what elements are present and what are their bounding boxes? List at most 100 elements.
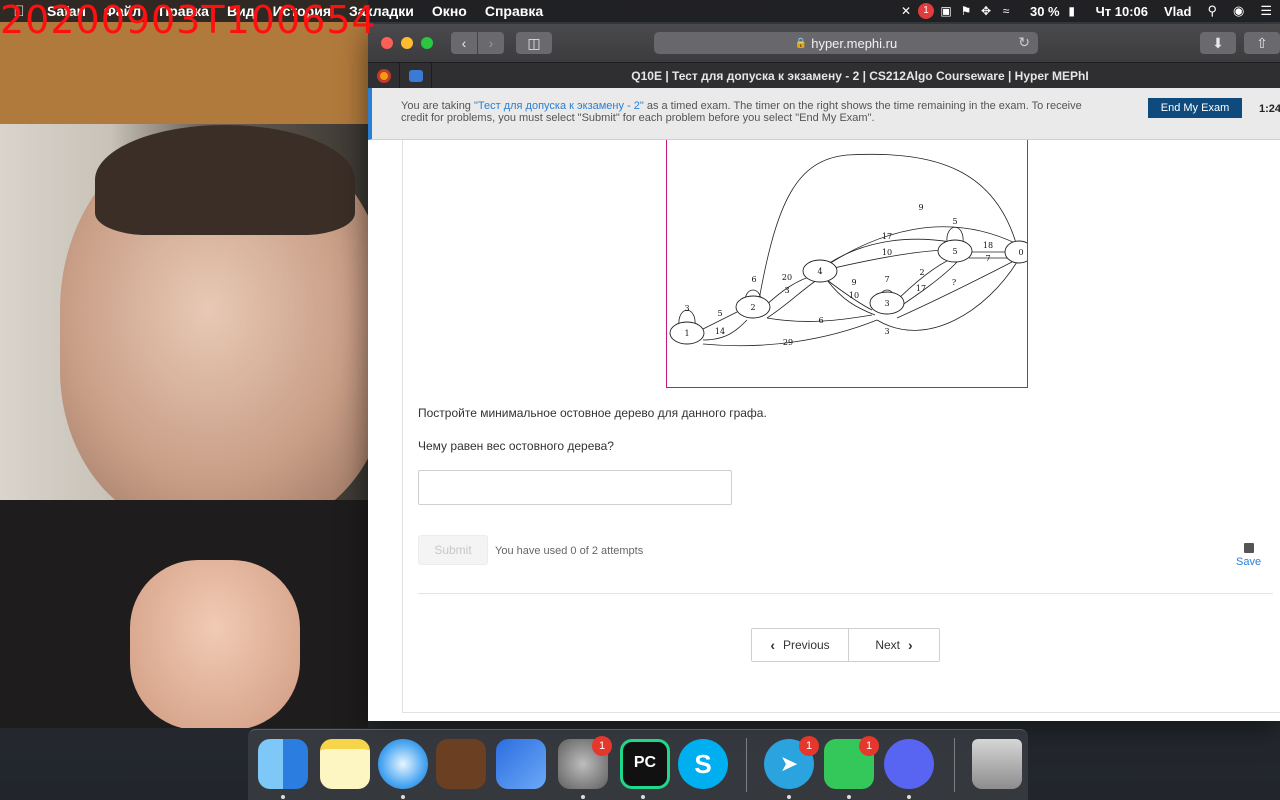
graph-node-0: [1004, 240, 1027, 264]
edge-weight: 2: [919, 268, 924, 277]
sidebar-toggle-button[interactable]: ◫: [516, 32, 552, 54]
edge-weight: ?: [952, 278, 956, 287]
chevron-left-icon: ‹: [770, 637, 775, 653]
dock-pycharm-icon[interactable]: PC: [620, 739, 670, 789]
reload-icon[interactable]: ↻: [1018, 34, 1030, 51]
sequence-pager: ‹ Previous Next ›: [751, 628, 940, 662]
edge-weight: 5: [717, 309, 722, 318]
node-label: 4: [817, 267, 822, 276]
problem-area: 1 2 3 4 5 0 9 5 17 10 18 7 6 20 3 9 10 7…: [402, 140, 1280, 713]
edge-weight: 7: [884, 275, 889, 284]
chevron-right-icon: ›: [488, 35, 494, 51]
dock-xcode-icon[interactable]: [496, 739, 546, 789]
recording-timestamp: 20200903T100654: [0, 0, 377, 42]
node-label: 0: [1018, 248, 1023, 257]
problem-instruction: Постройте минимальное остовное дерево дл…: [418, 406, 767, 420]
dock-finder-icon[interactable]: [258, 739, 308, 789]
notification-center-icon[interactable]: ☰: [1252, 3, 1280, 19]
dock: 1 PC S ➤ 1 1: [248, 729, 1028, 800]
running-indicator: [281, 795, 285, 799]
webcam-feed: [0, 0, 368, 728]
url-text: hyper.mephi.ru: [811, 35, 898, 51]
end-exam-button[interactable]: End My Exam: [1148, 98, 1242, 118]
edge-weight: 3: [884, 327, 889, 336]
previous-button[interactable]: ‹ Previous: [752, 629, 849, 661]
message-icon[interactable]: ▣: [938, 4, 954, 18]
dock-safari-icon[interactable]: [378, 739, 428, 789]
dock-garageband-icon[interactable]: [436, 739, 486, 789]
forward-button[interactable]: ›: [478, 32, 504, 54]
edge-weight: 7: [985, 254, 990, 263]
exam-message: You are taking "Тест для допуска к экзам…: [401, 100, 1082, 124]
webcam-hand: [130, 560, 300, 728]
close-window-button[interactable]: [381, 37, 393, 49]
spotlight-search-icon[interactable]: ⚲: [1199, 3, 1225, 19]
edge-weight: 20: [782, 273, 792, 282]
dock-discord-icon[interactable]: [884, 739, 934, 789]
edge-weight: 6: [751, 275, 756, 284]
share-icon: ⇧: [1256, 34, 1268, 51]
edge-weight: 9: [851, 278, 856, 287]
site-favicon-icon: [376, 68, 391, 83]
timed-exam-banner: You are taking "Тест для допуска к экзам…: [368, 88, 1280, 140]
back-button[interactable]: ‹: [451, 32, 477, 54]
siri-icon[interactable]: ◉: [1225, 3, 1252, 19]
menu-help[interactable]: Справка: [476, 3, 552, 19]
active-tab-title[interactable]: Q10E | Тест для допуска к экзамену - 2 |…: [440, 69, 1280, 83]
notification-badge-icon[interactable]: 1: [917, 3, 934, 19]
move-icon[interactable]: ✥: [978, 4, 994, 18]
dock-separator: [746, 738, 747, 792]
save-button[interactable]: Save: [1236, 543, 1261, 568]
dock-notes-icon[interactable]: [320, 739, 370, 789]
dock-separator: [954, 738, 955, 792]
fullscreen-window-button[interactable]: [421, 37, 433, 49]
exam-link[interactable]: "Тест для допуска к экзамену - 2": [474, 100, 644, 112]
edge-weight: 29: [783, 338, 793, 347]
answer-input[interactable]: [418, 470, 732, 505]
dock-trash-icon[interactable]: [972, 739, 1022, 789]
menu-window[interactable]: Окно: [423, 3, 476, 19]
flag-icon[interactable]: ⚑: [958, 4, 974, 18]
share-button[interactable]: ⇧: [1244, 32, 1280, 54]
pinned-tab-1[interactable]: [368, 62, 400, 89]
edge-weight: 14: [715, 327, 725, 336]
safari-window: ‹ › ◫ 🔒 hyper.mephi.ru ↻ ⬇ ⇧ Q10E | Тест…: [368, 24, 1280, 721]
window-toolbar: ‹ › ◫ 🔒 hyper.mephi.ru ↻ ⬇ ⇧: [368, 24, 1280, 62]
next-button[interactable]: Next ›: [849, 629, 939, 661]
facetime-badge: 1: [859, 736, 879, 756]
window-controls: [381, 37, 433, 49]
minimize-window-button[interactable]: [401, 37, 413, 49]
submit-button[interactable]: Submit: [418, 535, 488, 565]
battery-status[interactable]: 30 % ▮: [1022, 4, 1088, 19]
pinned-tab-2[interactable]: [400, 62, 432, 89]
downloads-button[interactable]: ⬇: [1200, 32, 1236, 54]
sidebar-icon: ◫: [527, 34, 541, 51]
clock[interactable]: Чт 10:06: [1088, 4, 1156, 19]
dock-skype-icon[interactable]: S: [678, 739, 728, 789]
running-indicator: [581, 795, 585, 799]
wifi-icon[interactable]: ≈: [998, 4, 1014, 18]
status-icons: ✕ 1 ▣ ⚑ ✥ ≈: [890, 3, 1022, 19]
running-indicator: [907, 795, 911, 799]
problem-question: Чему равен вес остовного дерева?: [418, 439, 614, 453]
address-bar[interactable]: 🔒 hyper.mephi.ru ↻: [654, 32, 1038, 54]
attempts-counter: You have used 0 of 2 attempts: [495, 545, 644, 557]
pen-slash-icon[interactable]: ✕: [898, 4, 914, 18]
node-label: 2: [750, 303, 755, 312]
user-name[interactable]: Vlad: [1156, 4, 1199, 19]
weighted-graph: 1 2 3 4 5 0 9 5 17 10 18 7 6 20 3 9 10 7…: [669, 153, 1027, 347]
edge-weight: 17: [882, 232, 892, 241]
prefs-badge: 1: [592, 736, 612, 756]
graph-image: 1 2 3 4 5 0 9 5 17 10 18 7 6 20 3 9 10 7…: [666, 140, 1028, 388]
history-navigation: ‹ ›: [451, 32, 504, 54]
page-content: You are taking "Тест для допуска к экзам…: [368, 88, 1280, 721]
edge-weight: 6: [818, 316, 823, 325]
node-label: 1: [684, 329, 689, 338]
edge-weight: 5: [952, 217, 957, 226]
tab-bar: Q10E | Тест для допуска к экзамену - 2 |…: [368, 62, 1280, 89]
exam-timer: 1:24:: [1259, 103, 1280, 115]
running-indicator: [401, 795, 405, 799]
divider: [418, 593, 1273, 594]
chat-favicon-icon: [408, 69, 423, 82]
edge-weight: 3: [684, 304, 689, 313]
